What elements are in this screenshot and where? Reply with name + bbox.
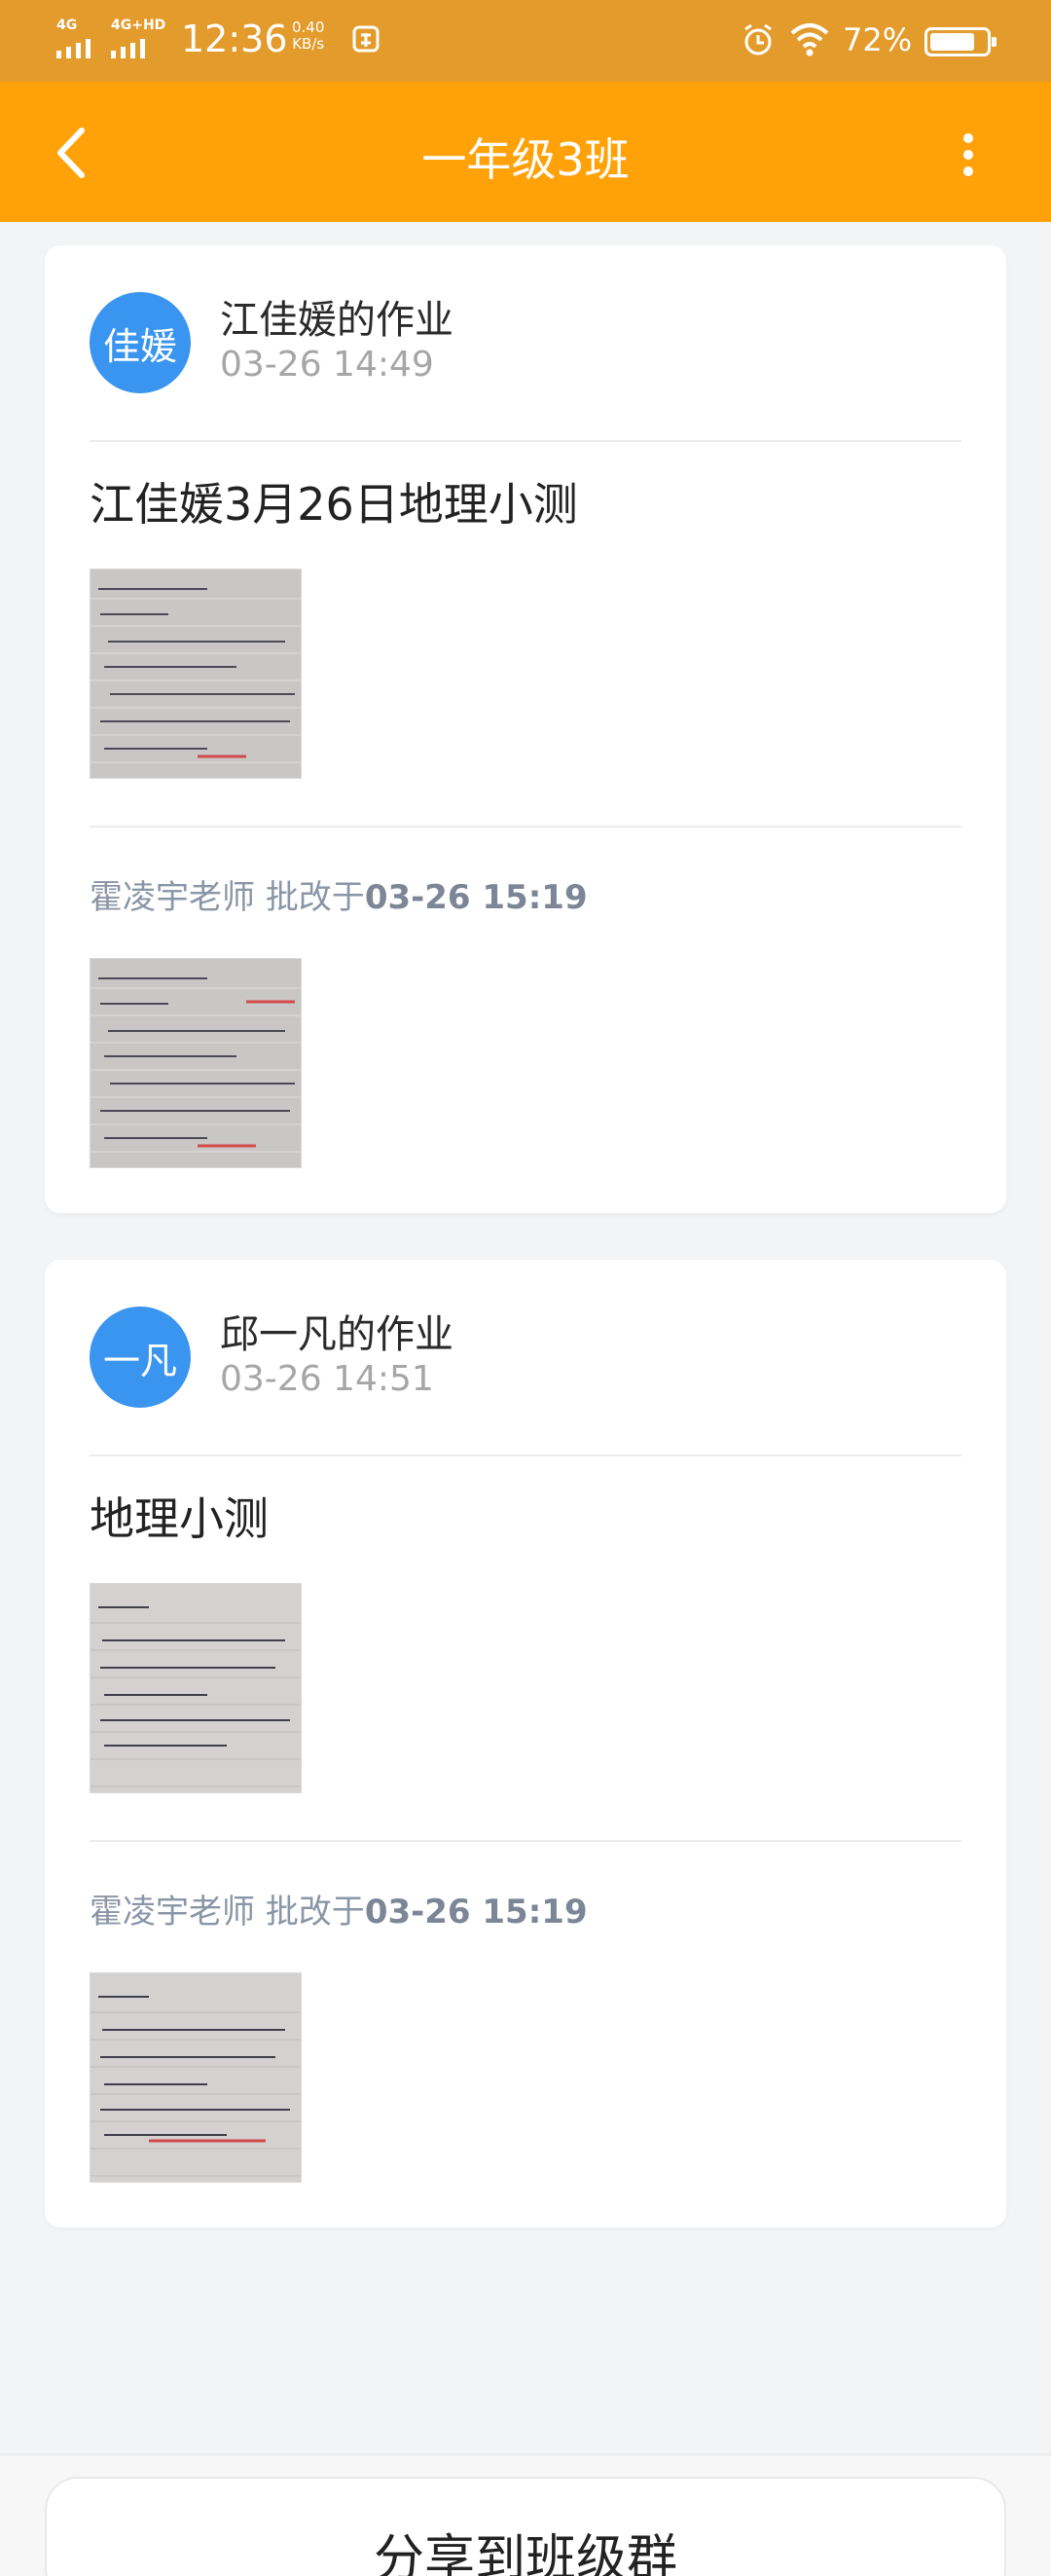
signal-label: 4G	[56, 18, 78, 33]
submitted-time: 03-26 14:51	[220, 1359, 434, 1399]
divider	[90, 1454, 961, 1456]
network-speed-value: 0.40	[292, 18, 325, 36]
corrected-photo[interactable]	[90, 958, 302, 1168]
submission-card[interactable]: 一凡 邱一凡的作业 03-26 14:51 地理小测 霍凌宇老师 批改于03-2…	[45, 1260, 1006, 2227]
student-homework-label: 江佳媛的作业	[220, 298, 453, 343]
divider	[90, 826, 961, 828]
divider	[90, 440, 961, 442]
battery-percent: 72%	[843, 21, 913, 58]
divider	[90, 1840, 961, 1842]
reviewed-time: 03-26 15:19	[364, 1893, 588, 1932]
homework-title: 江佳媛3月26日地理小测	[90, 478, 578, 531]
signal-icon: 4G+HD	[111, 18, 165, 58]
clock: 12:36	[181, 18, 288, 60]
page-title: 一年级3班	[421, 133, 630, 186]
reviewer-name: 霍凌宇老师	[90, 1893, 255, 1932]
review-info: 霍凌宇老师 批改于03-26 15:19	[90, 1885, 588, 1932]
data-saver-icon	[352, 25, 380, 53]
network-speed-unit: KB/s	[292, 35, 325, 53]
alarm-icon	[744, 23, 772, 55]
reviewer-name: 霍凌宇老师	[90, 878, 255, 917]
student-homework-label: 邱一凡的作业	[220, 1312, 453, 1357]
homework-title: 地理小测	[90, 1492, 269, 1545]
homework-photo[interactable]	[90, 569, 302, 779]
review-prefix: 批改于	[265, 1893, 365, 1932]
homework-photo[interactable]	[90, 1583, 302, 1793]
signal-label: 4G+HD	[111, 18, 166, 33]
wifi-icon	[790, 23, 829, 56]
corrected-photo[interactable]	[90, 1972, 302, 2183]
avatar: 一凡	[90, 1306, 191, 1408]
status-bar: 4G 4G+HD 12:36 0.40 KB/s 72%	[0, 0, 1051, 82]
share-to-class-group-button[interactable]: 分享到班级群	[45, 2477, 1006, 2576]
review-info: 霍凌宇老师 批改于03-26 15:19	[90, 870, 588, 918]
more-menu-button[interactable]	[944, 121, 993, 189]
reviewed-time: 03-26 15:19	[364, 878, 588, 917]
submission-card[interactable]: 佳媛 江佳媛的作业 03-26 14:49 江佳媛3月26日地理小测 霍凌宇老师…	[45, 245, 1006, 1213]
review-prefix: 批改于	[265, 878, 365, 917]
signal-icon: 4G	[56, 18, 91, 58]
submitted-time: 03-26 14:49	[220, 345, 434, 385]
network-speed: 0.40 KB/s	[292, 19, 324, 53]
app-bar: 一年级3班	[0, 82, 1051, 222]
battery-icon	[924, 27, 997, 56]
avatar: 佳媛	[90, 292, 191, 393]
